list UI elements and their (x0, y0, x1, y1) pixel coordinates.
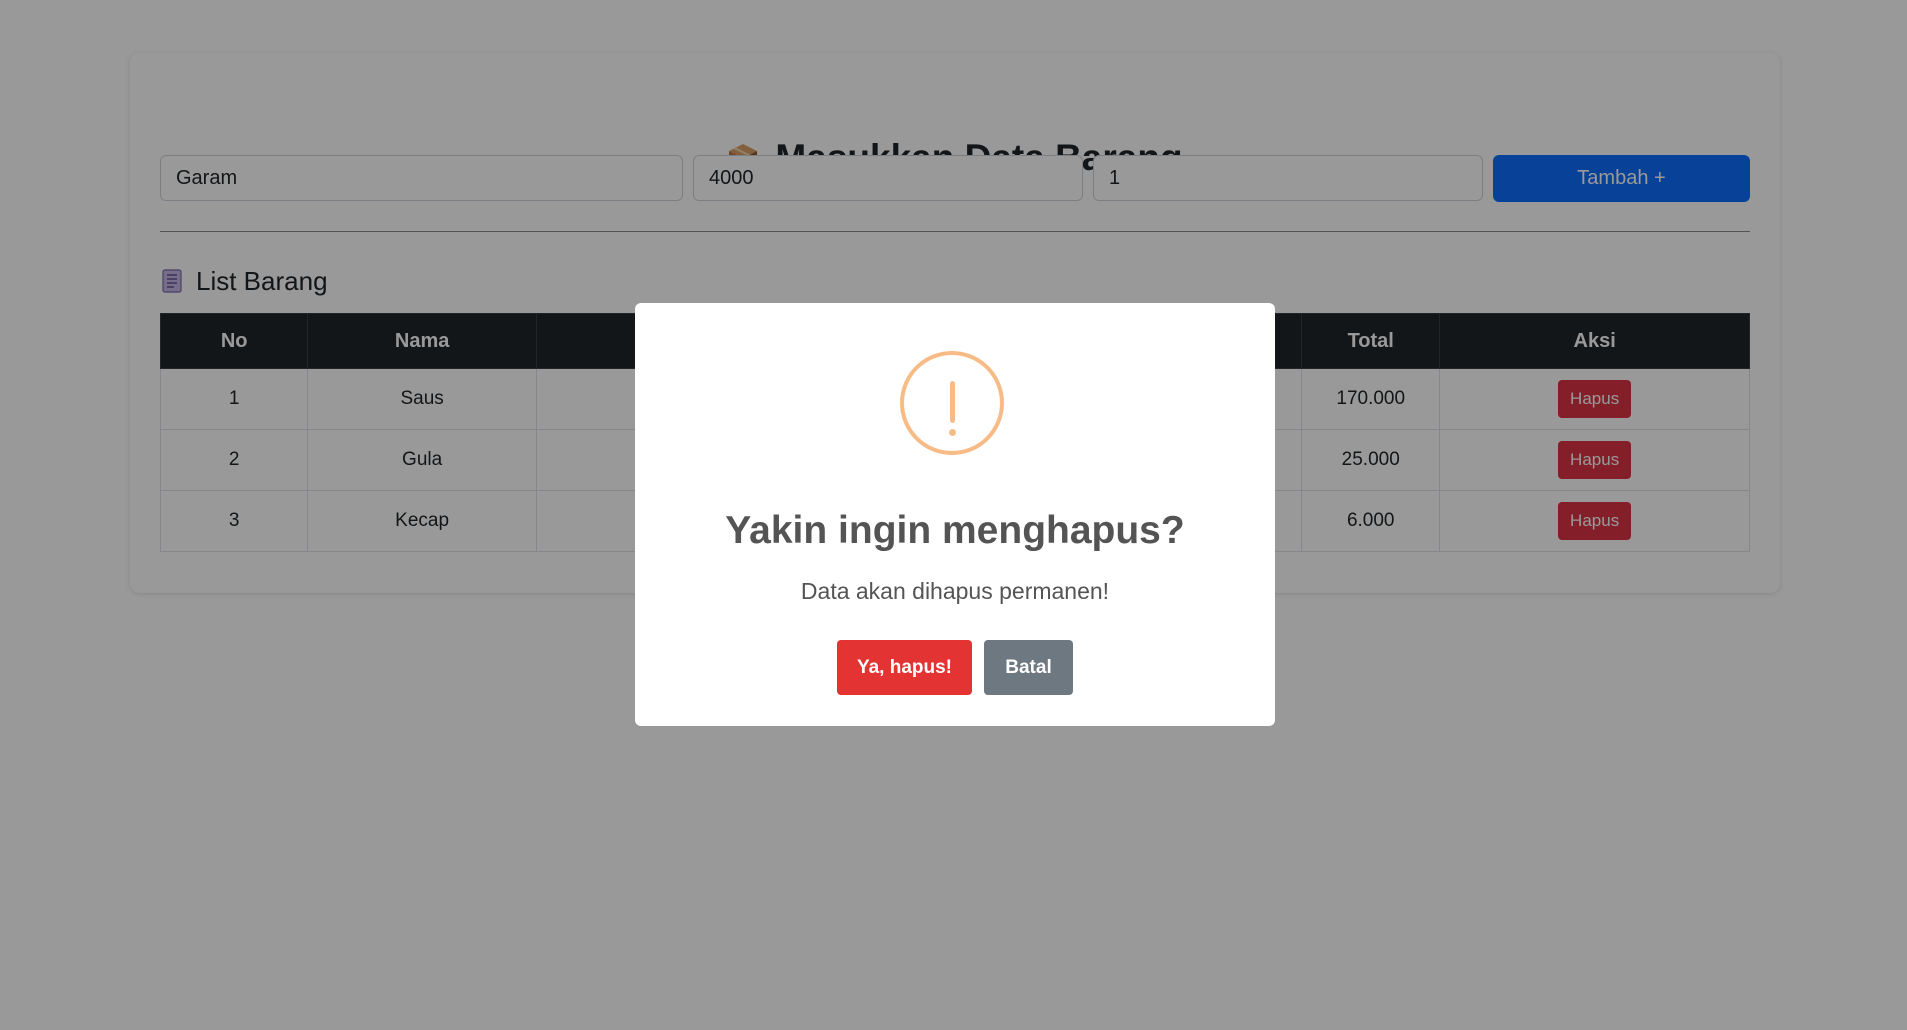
confirm-delete-button[interactable]: Ya, hapus! (837, 640, 972, 695)
dialog-text: Data akan dihapus permanen! (800, 578, 1110, 604)
warning-icon (900, 351, 1004, 455)
dialog-title: Yakin ingin menghapus? (725, 509, 1185, 552)
cancel-button[interactable]: Batal (984, 640, 1073, 695)
confirm-dialog: Yakin ingin menghapus? Data akan dihapus… (635, 303, 1275, 726)
page: Masukkan Data Barang Garam 4000 1 Tambah… (0, 0, 1907, 1030)
